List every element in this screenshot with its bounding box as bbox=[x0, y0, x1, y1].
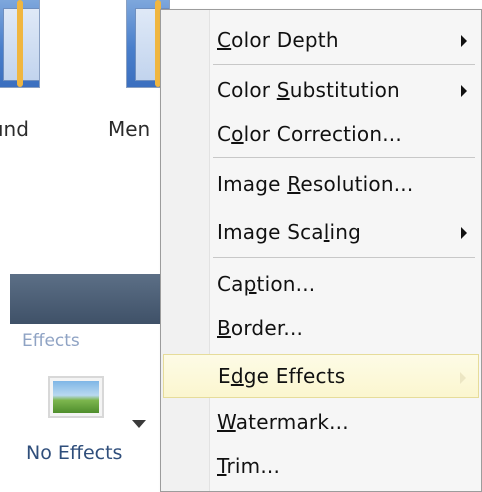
submenu-arrow-icon bbox=[461, 35, 467, 47]
thumbnail-label-left: ınd bbox=[0, 117, 29, 141]
menu-item-color-correction[interactable]: Color Correction... bbox=[163, 112, 479, 156]
menu-item-label: Border... bbox=[217, 316, 304, 340]
menu-item-label: Edge Effects bbox=[218, 364, 346, 388]
menu-separator bbox=[213, 257, 475, 258]
menu-item-label: Image Scaling bbox=[217, 220, 362, 244]
menu-separator bbox=[213, 157, 475, 158]
submenu-arrow-icon bbox=[461, 85, 467, 97]
submenu-arrow-icon bbox=[460, 372, 466, 384]
menu-separator bbox=[213, 64, 475, 65]
menu-item-caption[interactable]: Caption... bbox=[163, 262, 479, 306]
gallery-thumbnail-left[interactable] bbox=[0, 0, 40, 88]
menu-item-watermark[interactable]: Watermark... bbox=[163, 400, 479, 444]
menu-item-image-scaling[interactable]: Image Scaling bbox=[163, 210, 479, 254]
effects-group-label: Effects bbox=[22, 331, 80, 351]
menu-item-label: Trim... bbox=[217, 454, 281, 478]
menu-item-color-substitution[interactable]: Color Substitution bbox=[163, 68, 479, 112]
submenu-arrow-icon bbox=[461, 227, 467, 239]
image-context-menu: Color Depth Color Substitution Color Corre… bbox=[160, 9, 482, 492]
menu-item-image-resolution[interactable]: Image Resolution... bbox=[163, 162, 479, 206]
thumbnail-label-menu: Men bbox=[108, 117, 151, 141]
effects-picture-icon[interactable] bbox=[48, 376, 104, 418]
menu-item-trim[interactable]: Trim... bbox=[163, 444, 479, 488]
menu-item-color-depth[interactable]: Color Depth bbox=[163, 18, 479, 62]
no-effects-button-label[interactable]: No Effects bbox=[26, 442, 122, 464]
thumbnail-decoration bbox=[17, 0, 23, 87]
menu-item-label: Color Depth bbox=[217, 28, 339, 52]
menu-item-label: Color Substitution bbox=[217, 78, 400, 102]
landscape-icon bbox=[53, 381, 99, 413]
menu-item-border[interactable]: Border... bbox=[163, 306, 479, 350]
menu-item-label: Watermark... bbox=[217, 410, 349, 434]
ribbon-group-header-bar bbox=[10, 274, 160, 324]
menu-item-label: Image Resolution... bbox=[217, 172, 414, 196]
menu-item-label: Caption... bbox=[217, 272, 316, 296]
chevron-down-icon[interactable] bbox=[132, 420, 146, 428]
menu-item-label: Color Correction... bbox=[217, 122, 402, 146]
menu-item-edge-effects[interactable]: Edge Effects bbox=[163, 354, 479, 398]
